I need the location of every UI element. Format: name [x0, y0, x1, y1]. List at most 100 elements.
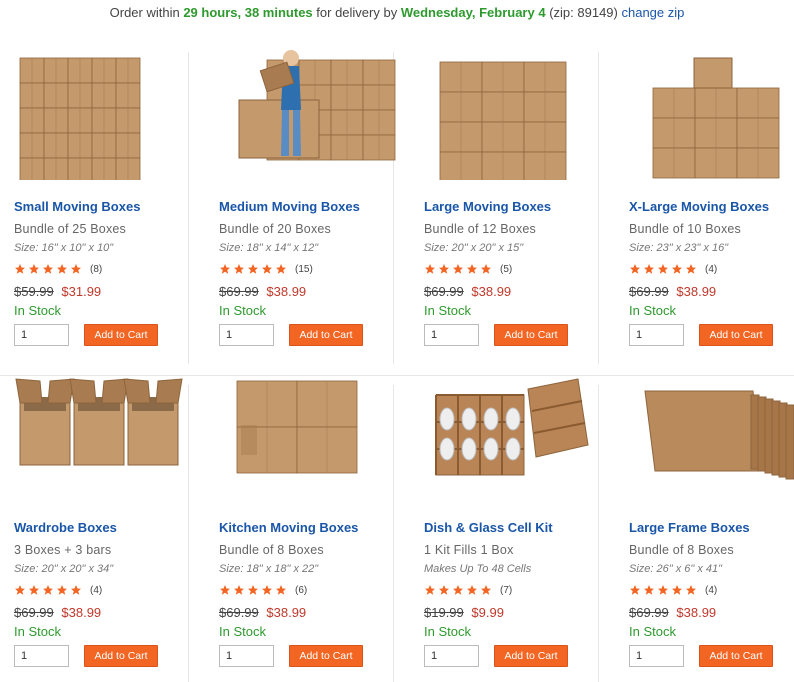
banner-time: 29 hours, 38 minutes [183, 5, 313, 20]
original-price: $69.99 [424, 284, 464, 299]
add-to-cart-button[interactable]: Add to Cart [84, 645, 158, 667]
stacked-small-boxes-picture [19, 57, 141, 180]
quantity-input[interactable] [219, 645, 274, 667]
product-name-link[interactable]: Medium Moving Boxes [219, 199, 360, 214]
star-icon [467, 585, 477, 595]
sale-price: $38.99 [266, 284, 307, 299]
quantity-input[interactable] [629, 645, 684, 667]
star-icon [425, 585, 435, 595]
add-to-cart-button[interactable]: Add to Cart [84, 324, 158, 346]
star-icon [467, 264, 477, 274]
star-rating [629, 263, 697, 275]
star-icon [248, 585, 258, 595]
star-icon [453, 264, 463, 274]
product-image[interactable] [223, 361, 398, 501]
star-icon [425, 264, 435, 274]
product-name-link[interactable]: Kitchen Moving Boxes [219, 520, 358, 535]
star-icon [644, 585, 654, 595]
review-count: (4) [705, 263, 718, 275]
star-icon [71, 585, 81, 595]
quantity-input[interactable] [424, 324, 479, 346]
star-icon [276, 585, 286, 595]
banner-zip: (zip: 89149) [549, 5, 618, 20]
quantity-input[interactable] [14, 645, 69, 667]
review-count: (4) [705, 584, 718, 596]
add-to-cart-button[interactable]: Add to Cart [494, 645, 568, 667]
product-card: Wardrobe Boxes 3 Boxes + 3 bars Size: 20… [0, 361, 205, 681]
star-rating [14, 263, 82, 275]
star-rating [219, 584, 287, 596]
star-icon [481, 585, 491, 595]
product-image[interactable] [428, 361, 603, 501]
product-rating[interactable]: (4) [629, 583, 717, 597]
star-icon [220, 585, 230, 595]
product-rating[interactable]: (4) [629, 262, 717, 276]
star-icon [15, 585, 25, 595]
quantity-input[interactable] [424, 645, 479, 667]
star-icon [439, 585, 449, 595]
product-image[interactable] [633, 40, 794, 180]
product-name-link[interactable]: Wardrobe Boxes [14, 520, 117, 535]
star-icon [43, 264, 53, 274]
product-rating[interactable]: (5) [424, 262, 512, 276]
quantity-input[interactable] [219, 324, 274, 346]
add-to-cart-button[interactable]: Add to Cart [289, 324, 363, 346]
product-price: $69.99 $38.99 [424, 284, 511, 299]
product-name-link[interactable]: Large Frame Boxes [629, 520, 750, 535]
star-icon [57, 585, 67, 595]
product-size: Size: 18" x 14" x 12" [219, 242, 319, 254]
product-card: Small Moving Boxes Bundle of 25 Boxes Si… [0, 40, 205, 360]
product-name-link[interactable]: Dish & Glass Cell Kit [424, 520, 553, 535]
product-size: Size: 26" x 6" x 41" [629, 563, 723, 575]
product-bundle: 1 Kit Fills 1 Box [424, 543, 514, 557]
product-size: Size: 18" x 18" x 22" [219, 563, 319, 575]
banner-middle: for delivery by [316, 5, 398, 20]
add-to-cart-button[interactable]: Add to Cart [699, 645, 773, 667]
product-size: Size: 16" x 10" x 10" [14, 242, 114, 254]
star-icon [630, 585, 640, 595]
change-zip-link[interactable]: change zip [621, 5, 684, 20]
product-rating[interactable]: (15) [219, 262, 313, 276]
product-bundle: Bundle of 10 Boxes [629, 222, 742, 236]
product-image[interactable] [633, 361, 794, 501]
star-icon [234, 585, 244, 595]
quantity-input[interactable] [14, 324, 69, 346]
quantity-input[interactable] [629, 324, 684, 346]
original-price: $19.99 [424, 605, 464, 620]
product-price: $69.99 $38.99 [219, 605, 306, 620]
original-price: $69.99 [629, 284, 669, 299]
add-to-cart-button[interactable]: Add to Cart [289, 645, 363, 667]
product-name-link[interactable]: Large Moving Boxes [424, 199, 551, 214]
sale-price: $38.99 [61, 605, 102, 620]
product-name-link[interactable]: Small Moving Boxes [14, 199, 140, 214]
product-image[interactable] [223, 40, 398, 180]
product-name-link[interactable]: X-Large Moving Boxes [629, 199, 769, 214]
product-size: Size: 20" x 20" x 15" [424, 242, 524, 254]
product-image[interactable] [428, 40, 603, 180]
star-icon [15, 264, 25, 274]
add-to-cart-button[interactable]: Add to Cart [699, 324, 773, 346]
product-rating[interactable]: (6) [219, 583, 307, 597]
stock-status: In Stock [629, 624, 676, 639]
stock-status: In Stock [14, 624, 61, 639]
product-image[interactable] [14, 40, 189, 180]
review-count: (4) [90, 584, 103, 596]
stock-status: In Stock [424, 624, 471, 639]
sale-price: $38.99 [676, 605, 717, 620]
product-price: $69.99 $38.99 [14, 605, 101, 620]
product-rating[interactable]: (8) [14, 262, 102, 276]
original-price: $69.99 [629, 605, 669, 620]
product-rating[interactable]: (7) [424, 583, 512, 597]
review-count: (5) [500, 263, 513, 275]
product-price: $19.99 $9.99 [424, 605, 504, 620]
stacked-kitchen-boxes-picture [236, 380, 358, 474]
star-icon [672, 585, 682, 595]
star-icon [29, 264, 39, 274]
product-card: Large Moving Boxes Bundle of 12 Boxes Si… [410, 40, 615, 360]
product-image[interactable] [14, 361, 189, 501]
stock-status: In Stock [629, 303, 676, 318]
original-price: $69.99 [219, 284, 259, 299]
product-rating[interactable]: (4) [14, 583, 102, 597]
star-icon [276, 264, 286, 274]
add-to-cart-button[interactable]: Add to Cart [494, 324, 568, 346]
